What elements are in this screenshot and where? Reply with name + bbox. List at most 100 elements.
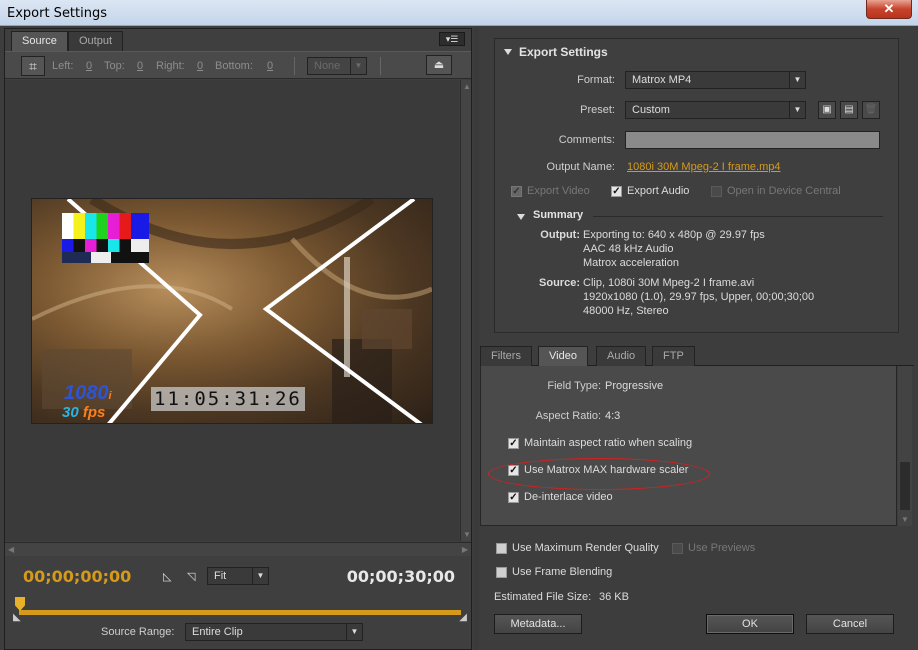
checkbox-icon: ✓ xyxy=(511,185,522,197)
export-audio-checkbox[interactable]: ✓ Export Audio xyxy=(611,185,689,197)
maintain-aspect-checkbox[interactable]: ✓ Maintain aspect ratio when scaling xyxy=(508,437,692,449)
frame-blending-label: Use Frame Blending xyxy=(512,566,613,578)
crop-aspect-dropdown[interactable]: None ▼ xyxy=(307,57,367,75)
checkbox-icon: ✓ xyxy=(611,185,622,197)
scroll-right-icon[interactable]: ▶ xyxy=(462,545,468,554)
field-type-label: Field Type: xyxy=(547,380,601,392)
export-video-checkbox[interactable]: ✓ Export Video xyxy=(511,185,590,197)
checkbox-icon xyxy=(496,566,507,578)
burnin-timecode: 11:05:31:26 xyxy=(151,387,305,411)
video-viewer: 1080i 30 fps 11:05:31:26 xyxy=(5,80,459,541)
preset-dropdown[interactable]: Custom ▼ xyxy=(625,101,806,119)
field-type-value: Progressive xyxy=(605,380,664,392)
video-frame: 1080i 30 fps 11:05:31:26 xyxy=(31,198,433,424)
crop-right-value[interactable]: 0 xyxy=(197,60,203,72)
crop-top-label: Top: xyxy=(104,60,125,72)
summary-output-line: Matrox acceleration xyxy=(583,257,679,269)
crop-aspect-value: None xyxy=(314,60,341,72)
set-in-point-icon[interactable]: ◺ xyxy=(163,570,171,583)
checkbox-icon xyxy=(496,542,507,554)
frame-blending-checkbox[interactable]: Use Frame Blending xyxy=(496,566,612,578)
crop-left-label: Left: xyxy=(52,60,74,72)
metadata-button[interactable]: Metadata... xyxy=(494,614,582,634)
summary-output-label: Output: xyxy=(540,229,580,241)
delete-preset-icon[interactable]: 🗑 xyxy=(862,101,880,119)
resolution-badge: 1080i xyxy=(64,382,112,404)
scroll-left-icon[interactable]: ◀ xyxy=(8,545,14,554)
set-out-point-icon[interactable]: ◹ xyxy=(187,570,195,583)
playhead-icon[interactable] xyxy=(15,597,25,611)
checkbox-icon xyxy=(711,185,722,197)
source-panel: Source Output ▾☰ ⌗ Left: 0 Top: 0 Right:… xyxy=(4,28,472,650)
tab-ftp[interactable]: FTP xyxy=(652,346,695,366)
summary-source-line: Clip, 1080i 30M Mpeg-2 I frame.avi xyxy=(583,277,755,289)
chevron-down-icon: ▼ xyxy=(350,58,366,74)
scale-to-fit-icon[interactable]: ⏏ xyxy=(426,55,452,75)
export-video-label: Export Video xyxy=(527,185,590,197)
chevron-down-icon: ▼ xyxy=(346,624,362,640)
cancel-button[interactable]: Cancel xyxy=(806,614,894,634)
import-preset-icon[interactable]: ▤ xyxy=(840,101,858,119)
zoom-fit-value: Fit xyxy=(214,570,227,582)
title-bar: Export Settings ✕ xyxy=(0,0,918,26)
window-title: Export Settings xyxy=(7,6,108,21)
crop-toolbar: ⌗ Left: 0 Top: 0 Right: 0 Bottom: 0 None… xyxy=(5,51,471,79)
open-device-central-label: Open in Device Central xyxy=(727,185,841,197)
out-point-marker-icon[interactable]: ◢ xyxy=(459,612,467,623)
video-settings-panel: Field Type: Progressive Aspect Ratio: 4:… xyxy=(480,366,897,526)
viewer-horizontal-scrollbar[interactable]: ◀ ▶ xyxy=(5,542,471,556)
viewer-vertical-scrollbar[interactable]: ▲ ▼ xyxy=(460,80,471,541)
collapse-icon[interactable] xyxy=(504,49,512,55)
save-preset-icon[interactable]: ▣ xyxy=(818,101,836,119)
tab-audio[interactable]: Audio xyxy=(596,346,647,366)
time-controls: 00;00;00;00 ◺ ◹ Fit ▼ 00;00;30;00 xyxy=(5,557,471,597)
summary-collapse-icon[interactable] xyxy=(517,214,525,220)
color-bars xyxy=(62,213,149,263)
use-previews-label: Use Previews xyxy=(688,542,756,554)
output-name-link[interactable]: 1080i 30M Mpeg-2 I frame.mp4 xyxy=(627,161,780,173)
deinterlace-checkbox[interactable]: ✓ De-interlace video xyxy=(508,491,613,503)
timeline-bar[interactable] xyxy=(19,610,461,615)
maintain-aspect-label: Maintain aspect ratio when scaling xyxy=(524,437,693,449)
format-dropdown[interactable]: Matrox MP4 ▼ xyxy=(625,71,806,89)
comments-field[interactable] xyxy=(625,131,880,149)
crop-tool-icon[interactable]: ⌗ xyxy=(21,56,45,76)
export-settings-title: Export Settings xyxy=(519,45,608,59)
zoom-fit-dropdown[interactable]: Fit ▼ xyxy=(207,567,269,585)
crop-right-label: Right: xyxy=(156,60,185,72)
summary-output-line: Exporting to: 640 x 480p @ 29.97 fps xyxy=(583,229,765,241)
duration-time: 00;00;30;00 xyxy=(346,567,455,586)
summary-title: Summary xyxy=(533,209,584,221)
crop-top-value[interactable]: 0 xyxy=(137,60,143,72)
export-settings-box: Export Settings Format: Matrox MP4 ▼ Pre… xyxy=(494,38,899,333)
crop-left-value[interactable]: 0 xyxy=(86,60,92,72)
panel-menu-icon[interactable]: ▾☰ xyxy=(439,32,465,46)
checkbox-icon: ✓ xyxy=(508,437,519,449)
panel-splitter[interactable] xyxy=(474,28,479,650)
checkbox-icon: ✓ xyxy=(508,491,519,503)
scroll-up-icon[interactable]: ▲ xyxy=(463,82,471,91)
settings-scrollbar[interactable]: ▼ xyxy=(898,366,912,526)
in-point-marker-icon[interactable]: ◣ xyxy=(13,612,21,623)
scrollbar-thumb[interactable] xyxy=(900,462,910,510)
comments-label: Comments: xyxy=(558,134,615,146)
source-range-dropdown[interactable]: Entire Clip ▼ xyxy=(185,623,363,641)
timeline-scrubber[interactable]: ◣ ◢ xyxy=(13,597,467,623)
max-render-quality-checkbox[interactable]: Use Maximum Render Quality xyxy=(496,542,659,554)
tab-video[interactable]: Video xyxy=(538,346,588,366)
scroll-down-icon[interactable]: ▼ xyxy=(463,530,471,539)
source-range-label: Source Range: xyxy=(101,626,175,638)
current-time[interactable]: 00;00;00;00 xyxy=(23,567,131,586)
use-previews-checkbox[interactable]: Use Previews xyxy=(672,542,755,554)
tab-output[interactable]: Output xyxy=(68,31,124,51)
tab-source[interactable]: Source xyxy=(11,31,68,51)
ok-button[interactable]: OK xyxy=(706,614,794,634)
tab-filters[interactable]: Filters xyxy=(480,346,532,366)
summary-source-line: 1920x1080 (1.0), 29.97 fps, Upper, 00;00… xyxy=(583,291,815,303)
open-device-central-checkbox[interactable]: Open in Device Central xyxy=(711,185,841,197)
scroll-down-icon[interactable]: ▼ xyxy=(901,515,909,524)
estimated-size-label: Estimated File Size: xyxy=(494,591,592,603)
close-button[interactable]: ✕ xyxy=(866,0,912,19)
annotation-ellipse xyxy=(488,458,710,490)
crop-bottom-value[interactable]: 0 xyxy=(267,60,273,72)
